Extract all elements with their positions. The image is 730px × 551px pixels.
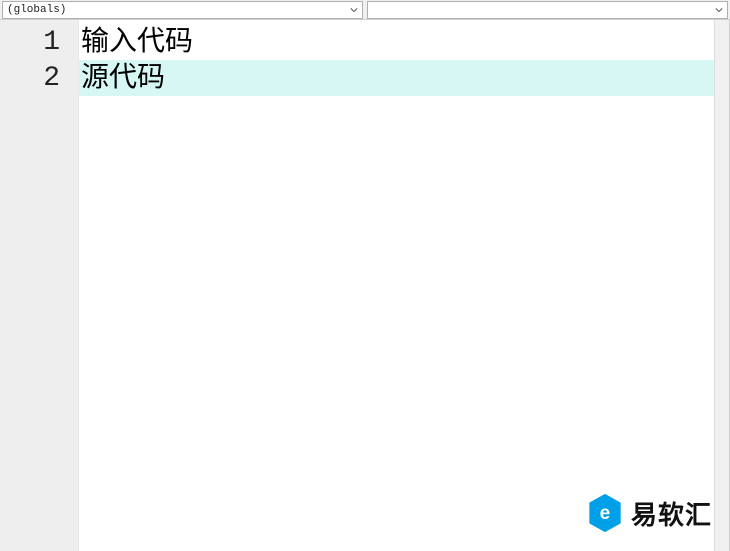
code-line[interactable]: 源代码 [79, 60, 730, 96]
scope-dropdown-value: (globals) [7, 4, 66, 16]
editor: 1 2 输入代码 源代码 e 易软汇 [0, 20, 730, 551]
brand-logo-icon: e [587, 493, 623, 533]
line-number: 1 [0, 27, 78, 58]
code-line[interactable]: 输入代码 [79, 24, 730, 60]
svg-text:e: e [600, 503, 611, 524]
scope-dropdown[interactable]: (globals) [2, 1, 363, 19]
chevron-down-icon [715, 6, 723, 14]
vertical-scrollbar[interactable] [714, 20, 730, 551]
code-text-area[interactable]: 输入代码 源代码 e 易软汇 [78, 20, 730, 551]
toolbar: (globals) [0, 0, 730, 20]
chevron-down-icon [350, 6, 358, 14]
line-number: 2 [0, 63, 78, 94]
watermark-text: 易软汇 [631, 495, 712, 532]
watermark: e 易软汇 [587, 493, 712, 533]
line-number-gutter: 1 2 [0, 20, 78, 551]
symbol-dropdown[interactable] [367, 1, 728, 19]
